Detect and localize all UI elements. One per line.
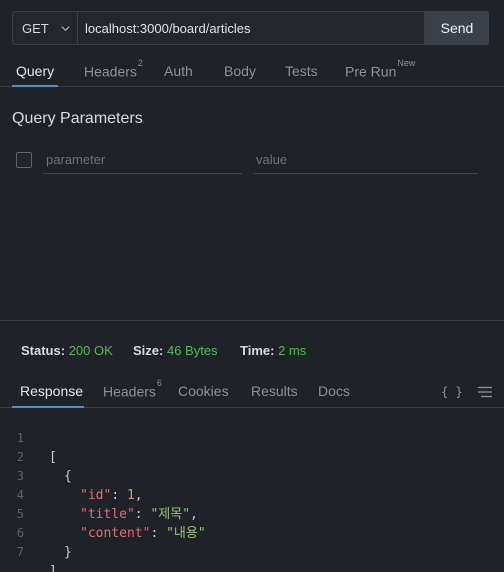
tab-results[interactable]: Results — [251, 383, 298, 399]
value-input[interactable]: value — [253, 149, 478, 174]
tab-label: Pre Run — [345, 63, 397, 80]
tab-query[interactable]: Query — [16, 63, 54, 79]
size-label: Size: — [133, 343, 164, 358]
method-value: GET — [22, 20, 49, 36]
tab-response[interactable]: Response — [20, 383, 83, 399]
query-parameters-title: Query Parameters — [12, 110, 143, 127]
response-tabs: Response Headers6 Cookies Results Docs {… — [0, 376, 504, 408]
code-line: 7 ] — [0, 524, 504, 572]
code-line: 2 { — [0, 429, 504, 484]
value-placeholder: value — [256, 152, 288, 167]
tab-label: Body — [224, 63, 256, 79]
panel-divider[interactable] — [0, 320, 504, 321]
time-label: Time: — [240, 343, 275, 358]
tab-label: Results — [251, 383, 298, 399]
tab-label: Headers — [84, 63, 137, 80]
tab-pre-run[interactable]: Pre RunNew — [345, 58, 415, 80]
tab-label: Response — [20, 383, 84, 399]
request-bar: GET localhost:3000/board/articles Send — [12, 11, 489, 45]
tab-docs[interactable]: Docs — [318, 383, 350, 399]
parameter-placeholder: parameter — [46, 152, 106, 167]
request-tabs: Query Headers2 Auth Body Tests Pre RunNe… — [0, 56, 504, 87]
status-info: Status: 200 OK — [21, 343, 113, 358]
method-select[interactable]: GET — [12, 11, 78, 45]
active-tab-indicator — [12, 406, 84, 408]
tab-label: Tests — [285, 63, 318, 79]
code-line: 1 [ — [0, 410, 504, 465]
size-info: Size: 46 Bytes — [133, 343, 218, 358]
url-value: localhost:3000/board/articles — [85, 20, 251, 36]
tab-label: Headers — [103, 383, 156, 400]
headers-count-badge: 6 — [156, 378, 162, 388]
tab-response-headers[interactable]: Headers6 — [103, 378, 162, 400]
send-button[interactable]: Send — [425, 11, 489, 45]
tab-auth[interactable]: Auth — [164, 63, 193, 79]
tab-body[interactable]: Body — [224, 63, 256, 79]
new-badge: New — [397, 58, 416, 68]
tab-label: Query — [16, 63, 55, 79]
format-braces-icon[interactable]: { } — [441, 385, 463, 399]
tab-label: Cookies — [178, 383, 229, 399]
json-brace: } — [64, 545, 72, 560]
json-bracket: ] — [49, 564, 57, 572]
time-value: 2 ms — [278, 343, 307, 358]
url-input[interactable]: localhost:3000/board/articles — [77, 11, 425, 45]
tab-label: Auth — [164, 63, 193, 79]
status-value: 200 OK — [68, 343, 113, 358]
tab-headers[interactable]: Headers2 — [84, 58, 143, 80]
size-value: 46 Bytes — [166, 343, 218, 358]
headers-count-badge: 2 — [137, 58, 143, 68]
code-line: 3 "id": 1, — [0, 448, 504, 503]
code-line: 6 } — [0, 505, 504, 560]
code-line: 5 "content": "내용" — [0, 486, 504, 541]
status-label: Status: — [21, 343, 66, 358]
parameter-input[interactable]: parameter — [43, 149, 242, 174]
time-info: Time: 2 ms — [240, 343, 306, 358]
hamburger-menu-icon[interactable] — [478, 386, 492, 398]
code-line: 4 "title": "제목", — [0, 467, 504, 522]
tab-cookies[interactable]: Cookies — [178, 383, 229, 399]
tab-tests[interactable]: Tests — [285, 63, 318, 79]
param-enable-checkbox[interactable] — [16, 152, 32, 168]
line-number: 7 — [16, 545, 24, 559]
response-body[interactable]: 1 [ 2 { 3 "id": 1, 4 "title": "제목", 5 "c… — [0, 410, 504, 572]
tab-label: Docs — [318, 383, 350, 399]
chevron-down-icon — [61, 26, 70, 32]
active-tab-indicator — [12, 85, 58, 87]
